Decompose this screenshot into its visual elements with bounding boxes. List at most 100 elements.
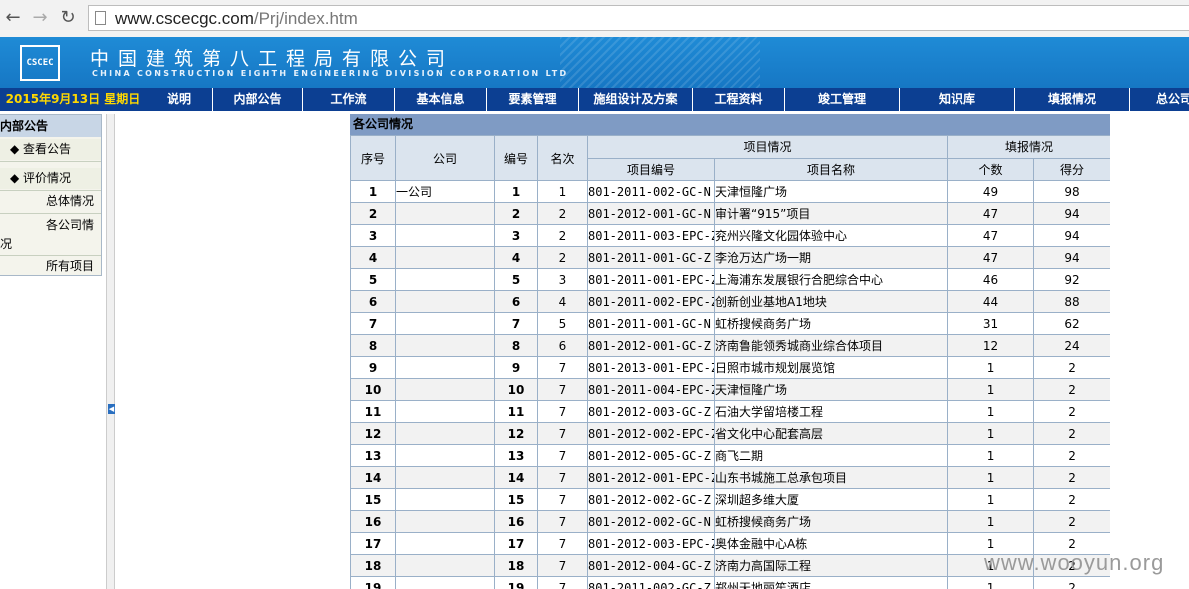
collapse-arrow-icon[interactable]: ◀ xyxy=(108,404,115,414)
cell-rank: 7 xyxy=(537,400,588,423)
cell-score: 2 xyxy=(1033,576,1110,589)
menu-item-notice[interactable]: 内部公告 xyxy=(213,88,303,111)
cell-count: 1 xyxy=(947,444,1035,467)
cell-project-code: 801-2011-001-GC-Z xyxy=(587,246,715,269)
cell-count: 1 xyxy=(947,400,1035,423)
header-project-code: 项目编号 xyxy=(587,157,715,181)
company-name-en: CHINA CONSTRUCTION EIGHTH ENGINEERING DI… xyxy=(92,69,569,78)
cell-company xyxy=(395,202,495,225)
menu-item-knowledge[interactable]: 知识库 xyxy=(900,88,1015,111)
cell-project-name: 天津恒隆广场 xyxy=(713,378,949,401)
cell-rank: 7 xyxy=(537,444,588,467)
menu-item-workflow[interactable]: 工作流 xyxy=(303,88,395,111)
cell-seq: 3 xyxy=(350,224,396,247)
company-logo-icon: CSCEC xyxy=(20,45,60,81)
table-row: 7 7 5 801-2011-001-GC-N 虹桥搜候商务广场 31 62 xyxy=(350,312,1110,335)
sidebar-item-company-status[interactable]: 各公司情 况 xyxy=(0,214,101,254)
menu-item-completion[interactable]: 竣工管理 xyxy=(785,88,900,111)
table-row: 8 8 6 801-2012-001-GC-Z 济南鲁能领秀城商业综合体项目 12 24 xyxy=(350,334,1110,357)
cell-rank: 5 xyxy=(537,312,588,335)
cell-score: 2 xyxy=(1033,422,1110,445)
cell-count: 1 xyxy=(947,378,1035,401)
cell-score: 2 xyxy=(1033,510,1110,533)
cell-project-name: 审计署“915”项目 xyxy=(713,202,949,225)
cell-company xyxy=(395,268,495,291)
cell-project-code: 801-2011-004-EPC-Z xyxy=(587,378,715,401)
cell-project-name: 天津恒隆广场 xyxy=(713,180,949,203)
sidebar-item-overall[interactable]: 总体情况 xyxy=(0,191,101,212)
cell-rank: 1 xyxy=(537,180,588,203)
cell-seq: 9 xyxy=(350,356,396,379)
cell-number: 14 xyxy=(494,466,538,489)
cell-count: 12 xyxy=(947,334,1035,357)
header-rank: 名次 xyxy=(537,135,588,181)
menu-item-project-docs[interactable]: 工程资料 xyxy=(693,88,785,111)
cell-project-name: 商飞二期 xyxy=(713,444,949,467)
cell-company xyxy=(395,378,495,401)
cell-score: 94 xyxy=(1033,202,1110,225)
cell-project-code: 801-2012-003-GC-Z xyxy=(587,400,715,423)
menu-item-construction-design[interactable]: 施组设计及方案 xyxy=(579,88,693,111)
menu-item-head-office[interactable]: 总公司 xyxy=(1130,88,1189,111)
cell-rank: 3 xyxy=(537,268,588,291)
sidebar-item-view-notice[interactable]: ◆ 查看公告 xyxy=(0,139,101,160)
cell-number: 4 xyxy=(494,246,538,269)
menu-item-basic-info[interactable]: 基本信息 xyxy=(395,88,487,111)
cell-score: 2 xyxy=(1033,466,1110,489)
cell-number: 1 xyxy=(494,180,538,203)
cell-number: 3 xyxy=(494,224,538,247)
cell-score: 88 xyxy=(1033,290,1110,313)
cell-seq: 16 xyxy=(350,510,396,533)
cell-count: 44 xyxy=(947,290,1035,313)
left-sidebar: 内部公告 ◆ 查看公告 ◆ 评价情况 总体情况 各公司情 况 所有项目 xyxy=(0,114,102,276)
cell-project-code: 801-2012-002-GC-Z xyxy=(587,488,715,511)
table-row: 6 6 4 801-2011-002-EPC-Z 创新创业基地A1地块 44 88 xyxy=(350,290,1110,313)
forward-arrow-icon[interactable]: → xyxy=(29,6,51,30)
cell-seq: 19 xyxy=(350,576,396,589)
table-row: 2 2 2 801-2012-001-GC-N 审计署“915”项目 47 94 xyxy=(350,202,1110,225)
header-report-group: 填报情况 xyxy=(947,135,1110,159)
cell-project-code: 801-2011-001-EPC-Z xyxy=(587,268,715,291)
cell-company xyxy=(395,334,495,357)
cell-seq: 12 xyxy=(350,422,396,445)
sidebar-item-evaluation[interactable]: ◆ 评价情况 xyxy=(0,168,101,189)
sidebar-splitter[interactable]: ◀ xyxy=(106,114,115,589)
cell-count: 1 xyxy=(947,356,1035,379)
cell-rank: 6 xyxy=(537,334,588,357)
header-seq: 序号 xyxy=(350,135,396,181)
address-bar[interactable]: www.cscecgc.com/Prj/index.htm xyxy=(88,5,1189,31)
cell-project-name: 李沧万达广场一期 xyxy=(713,246,949,269)
menu-item-intro[interactable]: 说明 xyxy=(146,88,213,111)
cell-company xyxy=(395,290,495,313)
address-text[interactable]: www.cscecgc.com/Prj/index.htm xyxy=(115,9,358,29)
cell-rank: 2 xyxy=(537,202,588,225)
menu-item-report-status[interactable]: 填报情况 xyxy=(1015,88,1130,111)
reload-icon[interactable]: ↻ xyxy=(57,6,79,30)
header-count: 个数 xyxy=(947,157,1035,181)
sidebar-item-all-projects[interactable]: 所有项目 xyxy=(0,256,101,276)
browser-toolbar: ← → ↻ www.cscecgc.com/Prj/index.htm xyxy=(0,0,1189,38)
cell-project-code: 801-2012-002-EPC-Z xyxy=(587,422,715,445)
back-arrow-icon[interactable]: ← xyxy=(2,6,24,30)
cell-seq: 8 xyxy=(350,334,396,357)
cell-count: 1 xyxy=(947,576,1035,589)
site-banner: CSCEC 中国建筑第八工程局有限公司 CHINA CONSTRUCTION E… xyxy=(0,37,1189,88)
cell-project-code: 801-2012-004-GC-Z xyxy=(587,554,715,577)
menu-date: 2015年9月13日 星期日 xyxy=(5,92,141,106)
sidebar-item-company-line2: 况 xyxy=(0,237,13,251)
company-status-panel: 各公司情况 序号 公司 编号 名次 项目情况 填报情况 项目编号 项目名称 个数… xyxy=(350,114,1110,589)
table-row: 3 3 2 801-2011-003-EPC-Z 兖州兴隆文化园体验中心 47 94 xyxy=(350,224,1110,247)
cell-number: 17 xyxy=(494,532,538,555)
cell-count: 1 xyxy=(947,510,1035,533)
table-row: 13 13 7 801-2012-005-GC-Z 商飞二期 1 2 xyxy=(350,444,1110,467)
menu-item-elements[interactable]: 要素管理 xyxy=(487,88,579,111)
cell-seq: 10 xyxy=(350,378,396,401)
cell-project-name: 上海浦东发展银行合肥综合中心 xyxy=(713,268,949,291)
cell-project-name: 深圳超多维大厦 xyxy=(713,488,949,511)
cell-project-name: 石油大学留培楼工程 xyxy=(713,400,949,423)
header-score: 得分 xyxy=(1033,157,1110,181)
main-menu: 2015年9月13日 星期日 说明 内部公告 工作流 基本信息 要素管理 施组设… xyxy=(0,88,1189,111)
header-project-group: 项目情况 xyxy=(586,135,949,159)
table-row: 4 4 2 801-2011-001-GC-Z 李沧万达广场一期 47 94 xyxy=(350,246,1110,269)
cell-rank: 7 xyxy=(537,554,588,577)
